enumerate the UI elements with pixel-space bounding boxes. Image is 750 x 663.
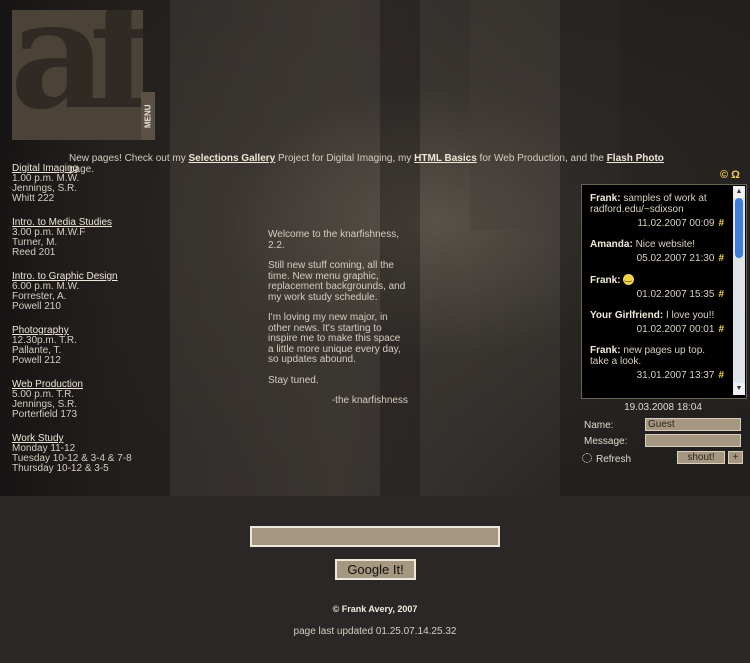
flash-photo-link[interactable]: Flash Photo <box>607 153 664 164</box>
announcement-text: Project for Digital Imaging, my <box>275 153 415 164</box>
work-hours: Thursday 10-12 & 3-5 <box>12 463 109 474</box>
name-label: Name: <box>584 420 614 431</box>
announcement-text: New pages! Check out my <box>69 153 189 164</box>
shout-message: Frank: samples of work at radford.edu/~s… <box>584 187 730 233</box>
welcome-paragraph: Stay tuned. <box>268 374 319 386</box>
welcome-paragraph: Still new stuff coming, all the time. Ne… <box>268 260 406 303</box>
shout-hash-link[interactable]: # <box>718 289 724 300</box>
course-room: Powell 212 <box>12 355 61 366</box>
shout-hash-link[interactable]: # <box>718 218 724 229</box>
signature: -the knarfishness <box>331 395 408 406</box>
shoutbox-current-time: 19.03.2008 18:04 <box>624 402 702 413</box>
shout-message: Frank: new pages up top. take a look. 31… <box>584 339 730 385</box>
announcement-text: for Web Production, and the <box>476 153 607 164</box>
shout-message: Amanda: Nice website! 05.02.2007 21:30 # <box>584 233 730 268</box>
refresh-link[interactable]: Refresh <box>582 453 631 465</box>
shout-author: Frank: <box>590 345 621 356</box>
site-logo[interactable]: af <box>12 10 143 140</box>
copyright: © Frank Avery, 2007 <box>332 604 418 614</box>
refresh-label: Refresh <box>596 454 632 465</box>
shoutbox-scrollbar[interactable]: ▲ ▼ <box>733 186 745 395</box>
shout-date: 11.02.2007 00:09 <box>637 218 715 229</box>
refresh-icon <box>582 453 592 463</box>
shout-author: Your Girlfriend: <box>590 310 664 321</box>
course-photography: Photography 12.30p.m. T.R. Pallante, T. … <box>12 326 182 366</box>
course-room: Whitt 222 <box>12 193 55 204</box>
shout-text: Nice website! <box>635 239 696 250</box>
google-it-button[interactable]: Google It! <box>335 559 416 580</box>
shout-hash-link[interactable]: # <box>718 253 724 264</box>
shout-button[interactable]: shout! <box>677 451 725 464</box>
logo-glyph: af <box>12 10 143 140</box>
welcome-paragraph: I'm loving my new major, in other news. … <box>268 312 401 365</box>
shout-message: Frank: 01.02.2007 15:35# <box>584 268 730 304</box>
message-field[interactable] <box>645 434 741 447</box>
search-input[interactable] <box>250 526 500 547</box>
shout-author: Frank: <box>590 193 621 204</box>
course-digital-imaging: Digital Imaging 1.00 p.m. M.W. Jennings,… <box>12 164 182 204</box>
course-room: Powell 210 <box>12 301 61 312</box>
shout-date: 01.02.2007 00:01 <box>636 324 715 335</box>
shout-hash-link[interactable]: # <box>718 370 724 381</box>
last-updated: page last updated 01.25.07.14.25.32 <box>293 626 457 637</box>
scroll-thumb[interactable] <box>735 198 743 258</box>
course-graphic-design: Intro. to Graphic Design 6.00 p.m. M.W. … <box>12 272 182 312</box>
message-label: Message: <box>584 436 628 447</box>
shoutbox-messages: Frank: samples of work at radford.edu/~s… <box>584 187 730 397</box>
course-web-production: Web Production 5.00 p.m. T.R. Jennings, … <box>12 380 182 420</box>
smiley-icon <box>623 272 635 285</box>
shoutbox[interactable]: Frank: samples of work at radford.edu/~s… <box>581 184 747 399</box>
shout-date: 31.01.2007 13:37 <box>636 370 715 381</box>
course-room: Reed 201 <box>12 247 56 258</box>
shout-text: I love you!! <box>665 310 715 321</box>
smiley-menu-button[interactable]: + <box>728 451 743 464</box>
welcome-message: Welcome to the knarfishness, 2.2. Still … <box>268 229 408 407</box>
shout-author: Amanda: <box>590 239 633 250</box>
shout-author: Frank: <box>590 275 621 286</box>
course-media-studies: Intro. to Media Studies 3.00 p.m. M.W.F … <box>12 218 182 258</box>
menu-tab[interactable]: MENU <box>141 92 155 140</box>
html-basics-link[interactable]: HTML Basics <box>414 153 477 164</box>
selections-gallery-link[interactable]: Selections Gallery <box>189 153 276 164</box>
shout-hash-link[interactable]: # <box>718 324 724 335</box>
shout-message: Your Girlfriend: I love you!! 01.02.2007… <box>584 304 730 339</box>
scroll-up-arrow-icon[interactable]: ▲ <box>733 186 745 198</box>
shout-date: 01.02.2007 15:35 <box>636 289 715 300</box>
shout-date: 05.02.2007 21:30 <box>636 253 715 264</box>
welcome-paragraph: Welcome to the knarfishness, 2.2. <box>268 229 399 251</box>
shoutbox-info-icons[interactable]: © Ω <box>720 169 740 181</box>
name-field[interactable]: Guest <box>645 418 741 431</box>
class-schedule: Digital Imaging 1.00 p.m. M.W. Jennings,… <box>12 164 182 488</box>
course-work-study: Work Study Monday 11-12 Tuesday 10-12 & … <box>12 434 182 474</box>
scroll-down-arrow-icon[interactable]: ▼ <box>733 383 745 395</box>
course-room: Porterfield 173 <box>12 409 78 420</box>
